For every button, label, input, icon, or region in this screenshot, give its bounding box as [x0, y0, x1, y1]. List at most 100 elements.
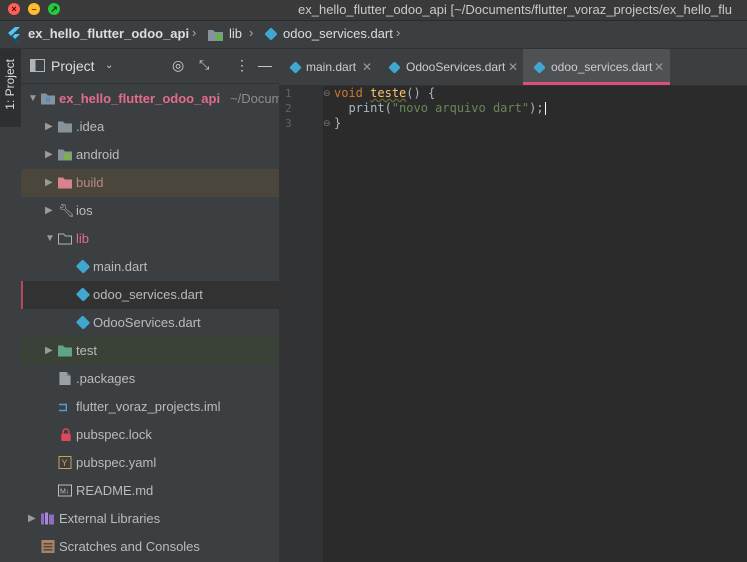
close-icon: ×	[11, 4, 17, 14]
tree-item-pubspec-lock[interactable]: pubspec.lock	[21, 421, 279, 449]
excluded-folder-icon	[58, 177, 72, 189]
tree-item-lib[interactable]: ▼ lib	[21, 225, 279, 253]
tree-item-label: odoo_services.dart	[93, 287, 203, 302]
breadcrumb-folder[interactable]: lib	[229, 26, 242, 41]
scratches-icon	[41, 540, 55, 553]
tree-item-label: Scratches and Consoles	[59, 539, 200, 554]
svg-text:Y: Y	[62, 458, 68, 468]
tree-item-readme[interactable]: M↓ README.md	[21, 477, 279, 505]
tree-item-external-libraries[interactable]: ▶ External Libraries	[21, 505, 279, 533]
breadcrumb-file[interactable]: odoo_services.dart	[283, 26, 393, 41]
minimize-icon: –	[31, 4, 37, 14]
tree-item-packages[interactable]: .packages	[21, 365, 279, 393]
flutter-icon	[8, 27, 20, 42]
close-tab-icon[interactable]: ✕	[654, 49, 664, 85]
tab-main-dart[interactable]: main.dart ✕	[279, 49, 377, 85]
tab-odoo-services-dart[interactable]: odoo_services.dart ✕	[523, 49, 670, 85]
yaml-file-icon: Y	[58, 456, 72, 469]
line-number: 2	[285, 102, 292, 115]
tree-item-idea[interactable]: ▶ .idea	[21, 113, 279, 141]
collapse-all-icon[interactable]: ⤡	[199, 57, 209, 73]
chevron-down-icon[interactable]: ⌄	[105, 60, 113, 71]
line-number: 1	[285, 87, 292, 100]
code-line-3: }	[334, 116, 341, 131]
chevron-right-icon[interactable]: ▶	[45, 197, 53, 225]
tree-item-label: android	[76, 147, 120, 162]
editor-area: main.dart ✕ OdooServices.dart ✕ odoo_ser…	[279, 49, 747, 562]
project-view-selector[interactable]: Project	[51, 58, 95, 74]
code-editor[interactable]: void teste() { print("novo arquivo dart"…	[334, 86, 546, 156]
tree-item-scratches[interactable]: Scratches and Consoles	[21, 533, 279, 561]
tree-item-odoo-services-dart[interactable]: odoo_services.dart	[21, 281, 279, 309]
code-token-keyword: void	[334, 86, 363, 100]
tree-item-test[interactable]: ▶ test	[21, 337, 279, 365]
module-file-icon: ⊐	[58, 400, 69, 414]
project-tool-tab[interactable]: 1: Project	[0, 49, 21, 127]
tree-item-iml[interactable]: ⊐ flutter_voraz_projects.iml	[21, 393, 279, 421]
tree-item-label: ios	[76, 203, 93, 218]
code-token-punct: );	[529, 101, 544, 115]
fold-marker-icon[interactable]: ⊖	[323, 118, 331, 129]
chevron-right-icon[interactable]: ▶	[45, 169, 53, 197]
locate-file-icon[interactable]: ◎	[172, 57, 184, 74]
code-token-call: print(	[348, 101, 392, 115]
tree-item-android[interactable]: ▶ android	[21, 141, 279, 169]
tree-item-label: External Libraries	[59, 511, 161, 526]
tree-root-path: ~/Docum	[230, 91, 279, 106]
close-window-button[interactable]: ×	[8, 3, 20, 15]
folder-icon	[41, 93, 55, 105]
minimize-window-button[interactable]: –	[28, 3, 40, 15]
maximize-window-button[interactable]: ↗	[48, 3, 60, 15]
tool-window-strip: 1: Project	[0, 49, 22, 562]
tree-root[interactable]: ▼ ex_hello_flutter_odoo_api ~/Docum	[21, 85, 279, 113]
options-menu-icon[interactable]: ⋮	[235, 57, 249, 74]
tree-item-label: build	[76, 175, 104, 190]
tree-item-label: .packages	[76, 371, 136, 386]
tree-item-pubspec-yaml[interactable]: Y pubspec.yaml	[21, 449, 279, 477]
chevron-right-icon[interactable]: ▶	[45, 141, 53, 169]
chevron-right-icon[interactable]: ▶	[28, 505, 36, 533]
tree-item-build[interactable]: ▶ build	[21, 169, 279, 197]
code-token-punct: () {	[406, 86, 436, 100]
dart-file-icon	[533, 61, 546, 74]
folder-icon	[208, 30, 223, 41]
fold-marker-icon[interactable]: ⊖	[323, 88, 331, 99]
chevron-right-icon[interactable]: ▶	[45, 337, 53, 365]
tree-item-OdooServices-dart[interactable]: OdooServices.dart	[21, 309, 279, 337]
folder-icon	[58, 121, 72, 133]
close-tab-icon[interactable]: ✕	[508, 49, 518, 85]
project-view-icon	[30, 59, 45, 72]
code-token-string: "novo arquivo dart"	[391, 101, 530, 115]
tab-OdooServices-dart[interactable]: OdooServices.dart ✕	[377, 49, 523, 85]
text-cursor	[544, 102, 546, 115]
project-panel-header: Project ⌄ ◎ ⤡ ⋮ —	[21, 49, 279, 84]
hide-panel-icon[interactable]: —	[258, 57, 272, 73]
chevron-down-icon[interactable]: ▼	[28, 85, 38, 113]
tree-item-label: README.md	[76, 483, 154, 498]
svg-text:M↓: M↓	[60, 489, 69, 496]
dart-file-icon	[289, 61, 302, 74]
tree-item-label: main.dart	[93, 259, 148, 274]
chevron-down-icon[interactable]: ▼	[45, 225, 55, 253]
library-icon	[41, 512, 54, 525]
tree-item-label: OdooServices.dart	[93, 315, 201, 330]
markdown-file-icon: M↓	[58, 484, 72, 497]
project-tool-label: 1: Project	[3, 59, 17, 110]
line-number: 3	[285, 117, 292, 130]
dart-file-icon	[264, 27, 278, 41]
tab-label: main.dart	[306, 60, 357, 74]
code-line-1: void teste() {	[334, 86, 435, 101]
tab-label: odoo_services.dart	[551, 60, 653, 74]
chevron-right-icon: ›	[192, 25, 197, 40]
breadcrumb-project[interactable]: ex_hello_flutter_odoo_api	[28, 26, 189, 41]
test-folder-icon	[58, 345, 72, 357]
tree-item-ios[interactable]: ▶ 🔧︎ ios	[21, 197, 279, 225]
tree-item-label: test	[76, 343, 97, 358]
chevron-right-icon[interactable]: ▶	[45, 113, 53, 141]
tree-item-main-dart[interactable]: main.dart	[21, 253, 279, 281]
tree-item-label: .idea	[76, 119, 105, 134]
tree-item-label: pubspec.yaml	[76, 455, 157, 470]
close-tab-icon[interactable]: ✕	[362, 49, 372, 85]
project-panel: Project ⌄ ◎ ⤡ ⋮ — ▼ ex_hello_flutter_odo…	[21, 49, 279, 562]
chevron-right-icon: ›	[249, 25, 254, 40]
